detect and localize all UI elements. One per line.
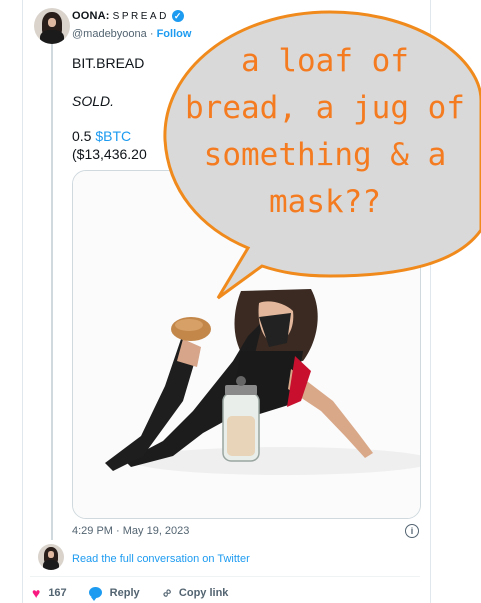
tweet-photo[interactable]	[72, 170, 421, 519]
link-icon: ∞	[157, 583, 175, 602]
tweet-actions: ♥ 167 Reply ∞ Copy link	[32, 584, 250, 601]
tweet-line-usd: ($13,436.20	[72, 146, 147, 162]
avatar[interactable]	[34, 8, 70, 44]
tweet-line-price: 0.5 $BTC	[72, 128, 131, 144]
info-icon[interactable]: i	[405, 524, 419, 538]
read-full-conversation-link[interactable]: Read the full conversation on Twitter	[72, 553, 250, 565]
cashtag-link[interactable]: $BTC	[95, 128, 131, 144]
reply-label: Reply	[109, 586, 140, 599]
display-name-suffix: SPREAD	[112, 10, 169, 22]
separator: ·	[149, 28, 154, 40]
embed-border-right	[430, 0, 431, 603]
follow-link[interactable]: Follow	[157, 28, 192, 40]
thread-line	[51, 44, 53, 540]
tweet-timestamp[interactable]: 4:29 PM · May 19, 2023	[72, 525, 189, 537]
photo-illustration	[73, 171, 420, 518]
embed-border-left	[22, 0, 23, 603]
actions-divider	[30, 576, 420, 577]
like-button[interactable]: ♥ 167	[32, 584, 67, 601]
reply-button[interactable]: Reply	[88, 586, 140, 601]
price-amount: 0.5	[72, 128, 96, 144]
handle[interactable]: @madebyoona	[72, 28, 147, 40]
like-count: 167	[48, 586, 67, 599]
handle-row: @madebyoona · Follow	[72, 28, 191, 40]
heart-icon: ♥	[32, 584, 41, 601]
tweet-line-status: SOLD.	[72, 93, 115, 109]
display-name-text: OONA:	[72, 10, 110, 22]
reply-bubble-icon	[88, 587, 102, 601]
copy-link-label: Copy link	[178, 586, 229, 599]
tweet-line-title: BIT.BREAD	[72, 55, 145, 71]
tweet-meta: 4:29 PM · May 19, 2023 i	[72, 524, 419, 538]
reply-avatar	[38, 544, 64, 570]
display-name[interactable]: OONA: SPREAD ✓	[72, 10, 184, 22]
copy-link-button[interactable]: ∞ Copy link	[158, 584, 229, 601]
verified-badge-icon: ✓	[171, 10, 184, 22]
